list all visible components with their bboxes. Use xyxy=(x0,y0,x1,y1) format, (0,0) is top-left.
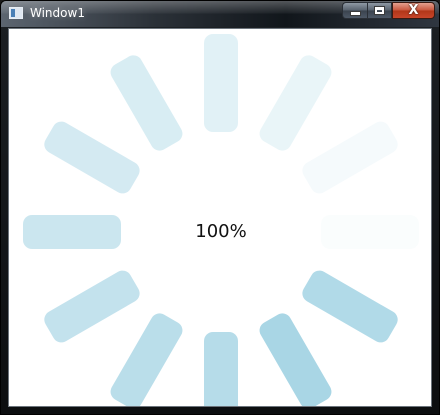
spinner-segment xyxy=(204,332,238,406)
spinner-segment xyxy=(259,55,332,151)
title-bar[interactable]: Window1 X xyxy=(1,1,439,27)
spinner-segment xyxy=(204,34,238,132)
progress-percent-label: 100% xyxy=(195,221,247,242)
minimize-button[interactable] xyxy=(342,2,367,19)
close-icon: X xyxy=(408,3,419,18)
window-content: 100% xyxy=(8,28,432,407)
maximize-button[interactable] xyxy=(367,2,392,19)
window-title: Window1 xyxy=(30,6,85,20)
minimize-icon xyxy=(349,11,361,16)
caption-buttons: X xyxy=(342,2,435,20)
application-window: Window1 X 100% xyxy=(0,0,440,415)
app-window-icon[interactable] xyxy=(9,7,23,19)
spinner-segment xyxy=(302,121,398,194)
spinner-segment xyxy=(44,270,140,343)
close-button[interactable]: X xyxy=(392,2,435,19)
loading-spinner xyxy=(23,34,419,406)
spinner-segment xyxy=(44,121,140,194)
spinner-segment xyxy=(110,55,183,151)
spinner-segment xyxy=(110,313,183,406)
spinner-segment xyxy=(302,270,398,343)
spinner-segment xyxy=(259,313,332,406)
maximize-icon xyxy=(374,6,385,15)
